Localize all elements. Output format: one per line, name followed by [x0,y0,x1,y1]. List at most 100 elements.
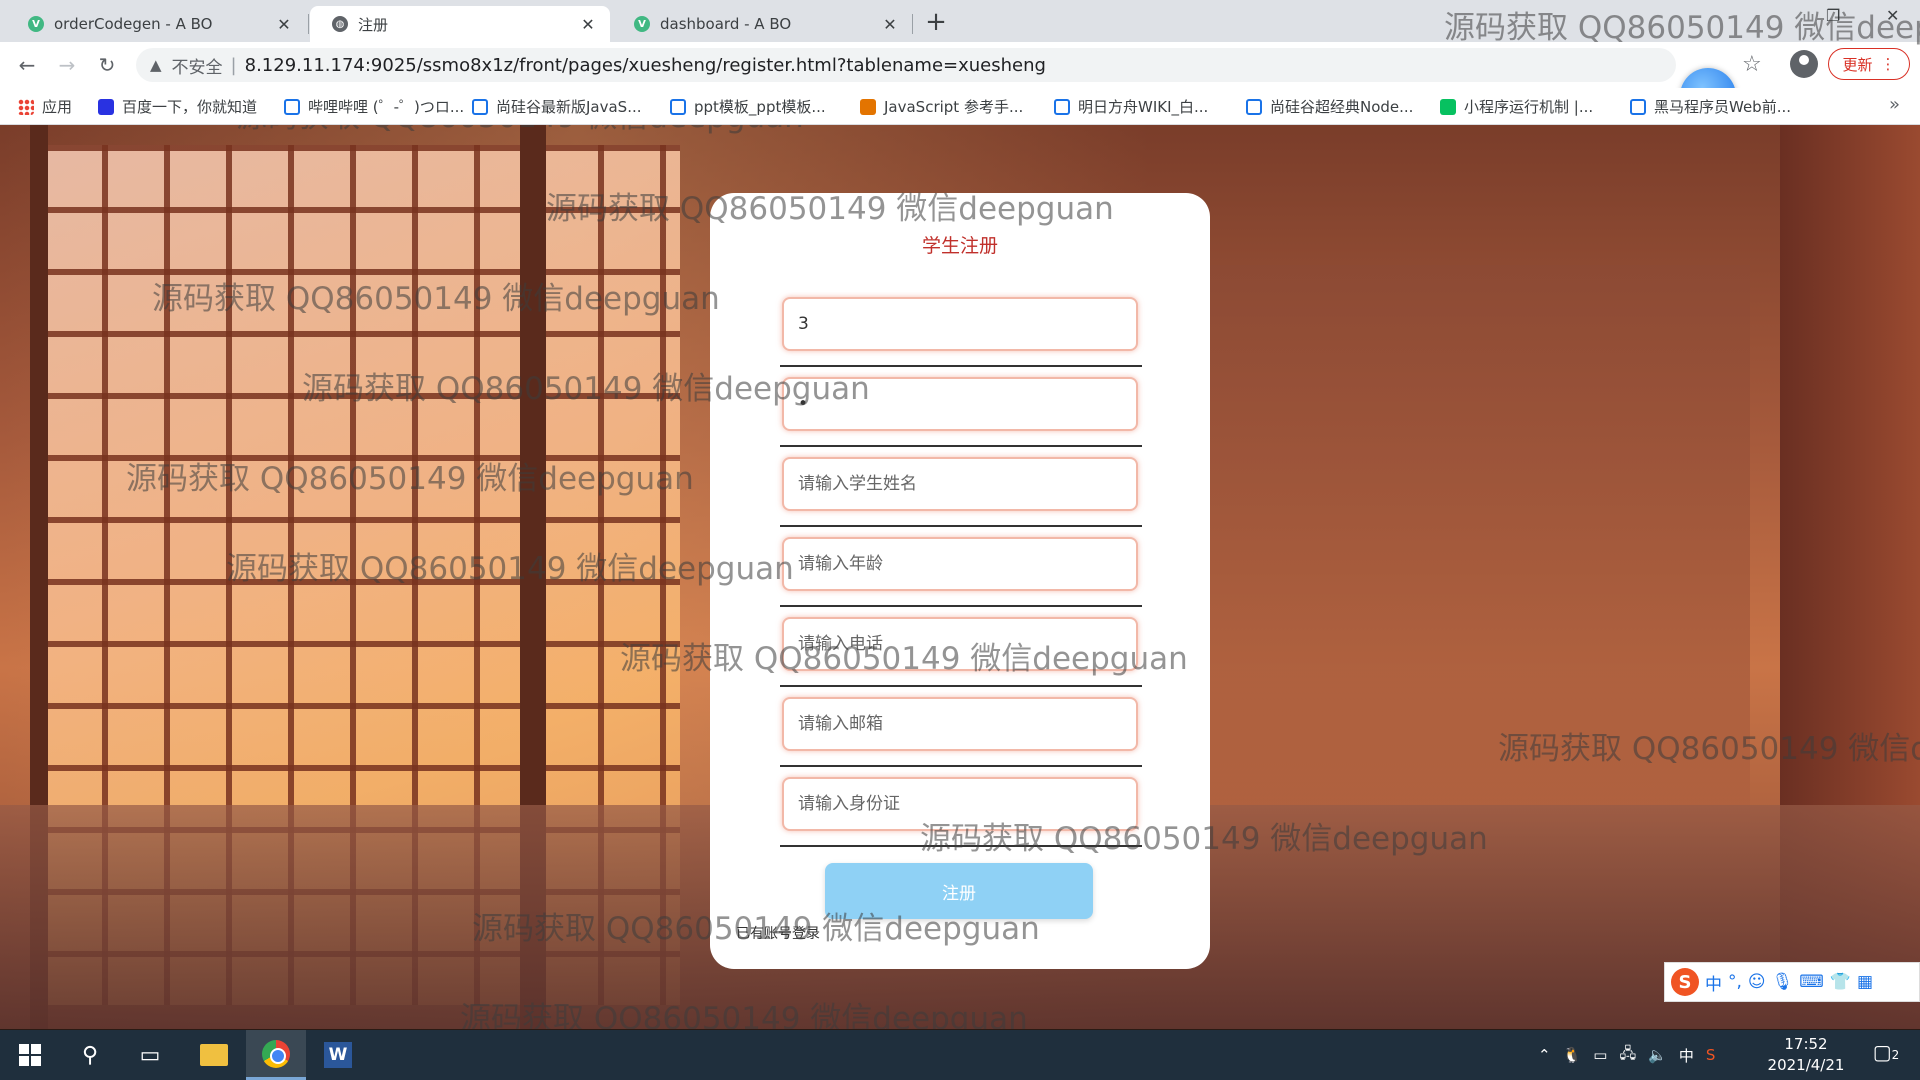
phone-input[interactable] [782,617,1138,671]
clock-date: 2021/4/21 [1767,1056,1845,1074]
tab-label: orderCodegen - A BO [54,15,213,33]
divider: | [230,54,237,76]
tab-ordercodegen[interactable]: V orderCodegen - A BO ✕ [6,6,306,42]
word-icon[interactable]: W [308,1030,368,1080]
ime-punct[interactable]: °, [1728,972,1742,992]
bookmark-label: 尚硅谷最新版JavaS... [496,98,642,116]
input-lang[interactable]: 中 [1679,1045,1694,1066]
reload-icon[interactable]: ↻ [94,52,120,78]
volume-icon[interactable]: 🔈 [1648,1046,1667,1064]
divider [780,845,1142,847]
globe-icon: ◍ [332,16,348,32]
bookmark-apps[interactable]: 应用 [18,96,72,117]
microphone-icon[interactable]: 🎙 [1772,972,1794,992]
email-field-wrap [780,697,1142,777]
chrome-icon[interactable] [246,1030,306,1080]
qq-icon[interactable]: 🐧 [1563,1046,1582,1064]
tab-label: 注册 [358,15,389,34]
bookmark-heima[interactable]: 黑马程序员Web前... [1630,96,1791,117]
bookmark-label: JavaScript 参考手... [884,98,1024,116]
js-icon [860,98,876,115]
chevron-up-icon[interactable]: ⌃ [1538,1046,1551,1064]
browser-toolbar: ← → ↻ ▲ 不安全 | 8.129.11.174:9025/ssmo8x1z… [0,42,1920,124]
bookmark-miniprogram[interactable]: 小程序运行机制 |... [1440,96,1593,117]
bookmark-ppt[interactable]: ppt模板_ppt模板... [670,96,826,117]
password-field-wrap [780,377,1142,457]
keyboard-icon[interactable]: ⌨ [1799,972,1824,992]
notification-icon[interactable]: ▢2 [1866,1040,1906,1070]
close-icon[interactable]: ✕ [274,15,294,34]
bookmark-star-icon[interactable]: ☆ [1742,52,1762,77]
bookmark-javascript[interactable]: JavaScript 参考手... [860,96,1023,117]
bookmark-baidu[interactable]: 百度一下，你就知道 [98,96,257,117]
bookmark-label: 应用 [42,98,73,116]
skin-icon[interactable]: 👕 [1830,972,1851,992]
bilibili-icon [1246,98,1262,115]
page-viewport: 学生注册 注册 已有账号登录 [0,125,1920,1029]
account-input[interactable] [782,297,1138,351]
tab-strip: V orderCodegen - A BO ✕ ◍ 注册 ✕ V dashboa… [0,0,1920,42]
close-window-icon[interactable]: ✕ [1886,6,1899,25]
password-input[interactable] [782,377,1138,431]
student-name-field-wrap [780,457,1142,537]
url-text[interactable]: 8.129.11.174:9025/ssmo8x1z/front/pages/x… [245,55,1046,76]
baidu-paw-icon [98,98,114,115]
divider [780,525,1142,527]
warning-triangle-icon: ▲ [150,56,162,74]
sogou-tray-icon[interactable]: S [1706,1046,1716,1064]
student-name-input[interactable] [782,457,1138,511]
sogou-icon[interactable]: S [1671,968,1699,996]
task-view-icon[interactable]: ▭ [120,1030,180,1080]
bookmark-node[interactable]: 尚硅谷超经典Node... [1246,96,1413,117]
emoji-icon[interactable]: ☺ [1748,972,1766,992]
close-icon[interactable]: ✕ [578,15,598,34]
ime-mode[interactable]: 中 [1705,970,1722,995]
file-explorer-icon[interactable] [184,1030,244,1080]
battery-icon[interactable]: ▭ [1593,1046,1607,1064]
vue-icon: V [634,16,650,32]
divider [780,765,1142,767]
profile-avatar-icon[interactable] [1790,50,1818,78]
bookmark-label: 百度一下，你就知道 [122,98,258,116]
close-icon[interactable]: ✕ [880,15,900,34]
network-icon[interactable]: 🖧 [1619,1043,1636,1068]
bilibili-icon [1630,98,1646,115]
windows-logo-icon [19,1044,41,1066]
apps-icon [18,98,34,115]
start-button[interactable] [0,1030,60,1080]
tab-divider [308,14,309,34]
chevron-right-icon[interactable]: » [1889,94,1900,115]
clock-time: 17:52 [1784,1035,1828,1053]
grid-icon[interactable]: ▦ [1857,972,1873,992]
search-icon[interactable]: ⚲ [60,1030,120,1080]
update-button[interactable]: 更新 ⋮ [1828,48,1910,80]
age-input[interactable] [782,537,1138,591]
new-tab-plus-icon[interactable]: + [922,8,950,36]
tab-register[interactable]: ◍ 注册 ✕ [310,6,610,42]
bookmark-label: 明日方舟WIKI_白... [1078,98,1209,116]
register-button[interactable]: 注册 [825,863,1093,919]
tab-dashboard[interactable]: V dashboard - A BO ✕ [612,6,912,42]
bookmark-label: 尚硅谷超经典Node... [1270,98,1414,116]
back-arrow-icon[interactable]: ← [14,52,40,78]
account-field-wrap [780,297,1142,377]
bilibili-icon [472,98,488,115]
bookmarks-bar: 应用 百度一下，你就知道 哔哩哔哩 (゜-゜)つロ... 尚硅谷最新版JavaS… [0,88,1920,125]
email-input[interactable] [782,697,1138,751]
bookmark-arknights[interactable]: 明日方舟WIKI_白... [1054,96,1208,117]
divider [780,685,1142,687]
ime-toolbar: S 中 °, ☺ 🎙 ⌨ 👕 ▦ [1664,962,1920,1002]
bookmark-bilibili[interactable]: 哔哩哔哩 (゜-゜)つロ... [284,96,464,117]
restore-icon[interactable]: ❐ [1826,6,1840,25]
tab-label: dashboard - A BO [660,15,792,33]
vue-icon: V [28,16,44,32]
security-label[interactable]: 不安全 [172,53,223,78]
address-bar[interactable]: ▲ 不安全 | 8.129.11.174:9025/ssmo8x1z/front… [136,48,1676,82]
login-link[interactable]: 已有账号登录 [736,923,820,943]
clock[interactable]: 17:52 2021/4/21 [1756,1034,1856,1076]
update-label: 更新 [1842,55,1873,74]
id-card-input[interactable] [782,777,1138,831]
forward-arrow-icon[interactable]: → [54,52,80,78]
bookmark-java[interactable]: 尚硅谷最新版JavaS... [472,96,642,117]
bookmark-label: 黑马程序员Web前... [1654,98,1792,116]
